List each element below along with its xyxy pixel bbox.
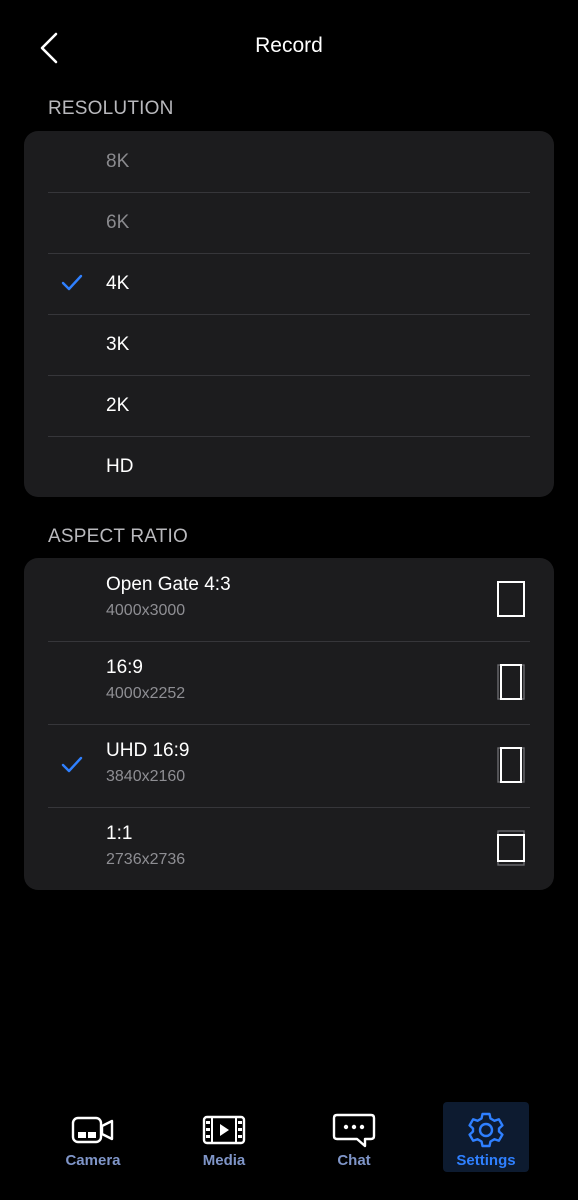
tab-camera[interactable]: Camera (50, 1102, 136, 1172)
aspect-option-resolution: 4000x2252 (106, 685, 186, 702)
aspect-option-label: 16:9 (106, 657, 143, 678)
resolution-option-2k[interactable]: 2K (24, 375, 554, 436)
top-bar: Record (0, 0, 578, 96)
resolution-option-6k[interactable]: 6K (24, 192, 554, 253)
resolution-section-label: RESOLUTION (48, 98, 174, 119)
aspect-option-label: Open Gate 4:3 (106, 574, 231, 595)
resolution-option-label: 6K (106, 212, 130, 233)
aspect-option-open-gate-4-3[interactable]: Open Gate 4:3 4000x3000 (24, 558, 554, 641)
aspect-4-3-icon (497, 581, 525, 617)
tab-label: Media (202, 1152, 246, 1169)
film-icon (202, 1115, 246, 1145)
tab-settings[interactable]: Settings (443, 1102, 529, 1172)
tab-chat[interactable]: Chat (311, 1102, 397, 1172)
aspect-option-label: UHD 16:9 (106, 740, 190, 761)
aspect-ratio-section-label: ASPECT RATIO (48, 526, 189, 547)
resolution-option-label: HD (106, 456, 134, 477)
checkmark-icon (61, 756, 83, 773)
tab-label: Camera (65, 1152, 121, 1169)
resolution-option-8k[interactable]: 8K (24, 131, 554, 192)
aspect-option-resolution: 4000x3000 (106, 602, 186, 619)
resolution-option-label: 4K (106, 273, 130, 294)
aspect-ratio-list: Open Gate 4:3 4000x3000 16:9 4000x2252 U… (24, 558, 554, 890)
aspect-option-16-9[interactable]: 16:9 4000x2252 (24, 641, 554, 724)
aspect-option-resolution: 2736x2736 (106, 851, 186, 868)
aspect-uhd-16-9-icon (497, 747, 525, 783)
resolution-option-3k[interactable]: 3K (24, 314, 554, 375)
resolution-list: 8K 6K 4K 3K 2K HD (24, 131, 554, 497)
resolution-option-label: 2K (106, 395, 130, 416)
checkmark-icon (61, 274, 83, 291)
page-title: Record (255, 34, 323, 57)
tab-label: Chat (337, 1152, 371, 1169)
resolution-option-hd[interactable]: HD (24, 436, 554, 497)
bottom-tab-bar: Camera Media Chat Settings (0, 1094, 578, 1200)
chat-bubble-icon (332, 1113, 376, 1148)
aspect-1-1-icon (497, 830, 525, 866)
camera-icon (71, 1116, 114, 1144)
tab-media[interactable]: Media (181, 1102, 267, 1172)
resolution-option-label: 8K (106, 151, 130, 172)
aspect-option-uhd-16-9[interactable]: UHD 16:9 3840x2160 (24, 724, 554, 807)
tab-label: Settings (456, 1152, 516, 1169)
resolution-option-label: 3K (106, 334, 130, 355)
gear-icon (468, 1112, 504, 1148)
aspect-option-1-1[interactable]: 1:1 2736x2736 (24, 807, 554, 890)
aspect-option-label: 1:1 (106, 823, 133, 844)
aspect-option-resolution: 3840x2160 (106, 768, 186, 785)
resolution-option-4k[interactable]: 4K (24, 253, 554, 314)
aspect-16-9-icon (497, 664, 525, 700)
